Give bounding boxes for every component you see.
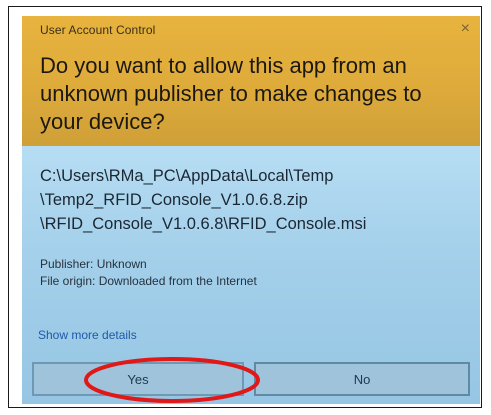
uac-dialog: User Account Control × Do you want to al…: [22, 16, 480, 404]
dialog-body: C:\Users\RMa_PC\AppData\Local\Temp \Temp…: [22, 146, 480, 404]
dialog-title: User Account Control: [40, 23, 156, 37]
yes-button[interactable]: Yes: [32, 362, 244, 396]
program-path-line-2: \Temp2_RFID_Console_V1.0.6.8.zip: [40, 191, 308, 209]
dialog-question: Do you want to allow this app from an un…: [40, 53, 422, 134]
publisher-text: Publisher: Unknown: [40, 257, 147, 271]
dialog-header: User Account Control × Do you want to al…: [22, 16, 480, 146]
no-button[interactable]: No: [254, 362, 470, 396]
program-path-line-1: C:\Users\RMa_PC\AppData\Local\Temp: [40, 167, 334, 185]
close-icon[interactable]: ×: [461, 20, 470, 38]
file-origin-text: File origin: Downloaded from the Interne…: [40, 274, 257, 288]
show-more-details-link[interactable]: Show more details: [38, 328, 137, 342]
program-path-line-3: \RFID_Console_V1.0.6.8\RFID_Console.msi: [40, 215, 367, 233]
